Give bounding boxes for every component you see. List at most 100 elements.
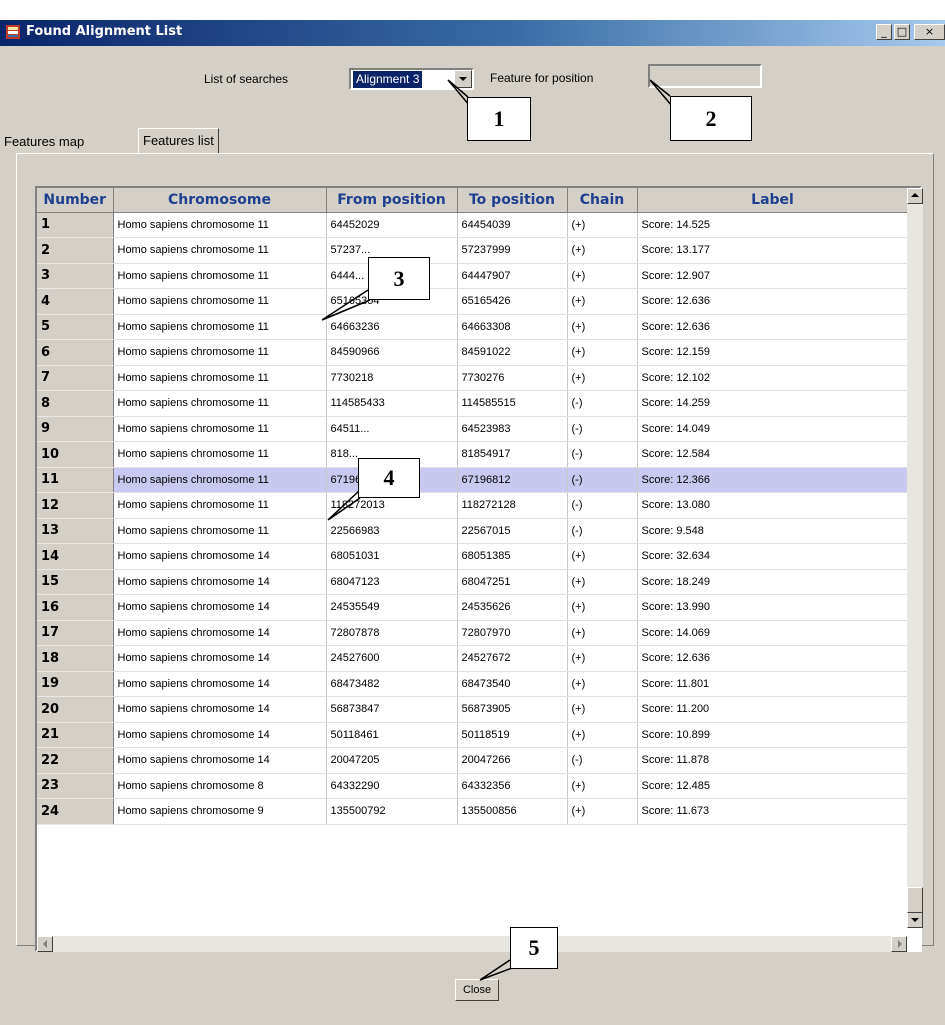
callout-4: 4 <box>358 458 420 498</box>
table-row[interactable]: 24 Homo sapiens chromosome 9 135500792 1355… <box>37 798 909 825</box>
table-row[interactable]: 6 Homo sapiens chromosome 11 84590966 84591… <box>37 339 909 366</box>
scroll-left-icon[interactable] <box>37 936 53 952</box>
chromosome-cell: Homo sapiens chromosome 14 <box>113 696 327 723</box>
table-header-row: Number Chromosome From position To posit… <box>37 188 909 213</box>
chromosome-cell: Homo sapiens chromosome 11 <box>113 467 327 493</box>
chain-cell: (+) <box>567 263 638 289</box>
chromosome-cell: Homo sapiens chromosome 14 <box>113 645 327 672</box>
table-row[interactable]: 13 Homo sapiens chromosome 11 22566983 2256… <box>37 518 909 544</box>
table-body: 1 Homo sapiens chromosome 11 64452029 64454… <box>37 212 909 825</box>
table-row[interactable]: 2 Homo sapiens chromosome 11 57237... 57237… <box>37 237 909 264</box>
to-position-cell: 68047251 <box>457 569 568 595</box>
row-number: 8 <box>37 390 114 417</box>
label-cell: Score: 12.366 <box>637 467 909 493</box>
horizontal-scrollbar[interactable] <box>37 936 907 952</box>
from-position-cell: 68473482 <box>326 671 458 697</box>
feature-position-field[interactable] <box>648 64 762 88</box>
table-row[interactable]: 12 Homo sapiens chromosome 11 118272013 118… <box>37 492 909 519</box>
label-cell: Score: 13.177 <box>637 237 909 264</box>
table-row[interactable]: 20 Homo sapiens chromosome 14 56873847 5687… <box>37 696 909 723</box>
callout-5: 5 <box>510 927 558 969</box>
chromosome-cell: Homo sapiens chromosome 11 <box>113 237 327 264</box>
searches-combobox[interactable]: Alignment 3 <box>349 68 474 90</box>
table-row[interactable]: 15 Homo sapiens chromosome 14 68047123 6804… <box>37 569 909 595</box>
tab-features-map[interactable]: Features map <box>0 130 88 154</box>
row-number: 7 <box>37 365 114 391</box>
table-row[interactable]: 4 Homo sapiens chromosome 11 65165354 65165… <box>37 288 909 315</box>
row-number: 14 <box>37 543 114 570</box>
window-title: Found Alignment List <box>26 24 183 39</box>
chain-cell: (+) <box>567 237 638 264</box>
to-position-cell: 50118519 <box>457 722 568 748</box>
from-position-cell: 64511... <box>326 416 458 442</box>
maximize-button[interactable]: □ <box>894 24 910 40</box>
column-header-from[interactable]: From position <box>326 188 458 213</box>
callout-1: 1 <box>467 97 531 141</box>
chain-cell: (+) <box>567 696 638 723</box>
close-window-button[interactable]: × <box>914 24 945 40</box>
to-position-cell: 22567015 <box>457 518 568 544</box>
row-number: 3 <box>37 263 114 289</box>
dropdown-arrow-icon[interactable] <box>454 70 472 88</box>
from-position-cell: 84590966 <box>326 339 458 366</box>
table-row[interactable]: 23 Homo sapiens chromosome 8 64332290 64332… <box>37 773 909 799</box>
column-header-chain[interactable]: Chain <box>567 188 638 213</box>
table-row[interactable]: 11 Homo sapiens chromosome 11 67196740 6719… <box>37 467 909 493</box>
label-cell: Score: 32.634 <box>637 543 909 570</box>
chain-cell: (-) <box>567 390 638 417</box>
column-header-label[interactable]: Label <box>637 188 909 213</box>
label-cell: Score: 14.049 <box>637 416 909 442</box>
row-number: 10 <box>37 441 114 468</box>
from-position-cell: 64452029 <box>326 212 458 238</box>
minimize-button[interactable]: _ <box>876 24 892 40</box>
table-row[interactable]: 10 Homo sapiens chromosome 11 818... 818549… <box>37 441 909 468</box>
from-position-cell: 68047123 <box>326 569 458 595</box>
column-header-to[interactable]: To position <box>457 188 568 213</box>
label-cell: Score: 12.636 <box>637 314 909 340</box>
chromosome-cell: Homo sapiens chromosome 11 <box>113 339 327 366</box>
chromosome-cell: Homo sapiens chromosome 14 <box>113 620 327 646</box>
table-row[interactable]: 1 Homo sapiens chromosome 11 64452029 64454… <box>37 212 909 238</box>
scroll-right-icon[interactable] <box>891 936 907 952</box>
to-position-cell: 67196812 <box>457 467 568 493</box>
label-cell: Score: 12.159 <box>637 339 909 366</box>
table-row[interactable]: 19 Homo sapiens chromosome 14 68473482 6847… <box>37 671 909 697</box>
from-position-cell: 24527600 <box>326 645 458 672</box>
title-bar[interactable]: Found Alignment List _ □ × <box>0 20 945 46</box>
searches-label: List of searches <box>204 72 289 86</box>
table-row[interactable]: 18 Homo sapiens chromosome 14 24527600 2452… <box>37 645 909 672</box>
chromosome-cell: Homo sapiens chromosome 14 <box>113 594 327 621</box>
column-header-number[interactable]: Number <box>37 188 114 213</box>
table-row[interactable]: 9 Homo sapiens chromosome 11 64511... 64523… <box>37 416 909 442</box>
chain-cell: (+) <box>567 212 638 238</box>
chromosome-cell: Homo sapiens chromosome 11 <box>113 416 327 442</box>
tab-features-list[interactable]: Features list <box>138 128 219 154</box>
column-header-chromosome[interactable]: Chromosome <box>113 188 327 213</box>
row-number: 11 <box>37 467 114 493</box>
to-position-cell: 68051385 <box>457 543 568 570</box>
table-row[interactable]: 17 Homo sapiens chromosome 14 72807878 7280… <box>37 620 909 646</box>
close-button[interactable]: Close <box>455 979 499 1001</box>
from-position-cell: 72807878 <box>326 620 458 646</box>
table-row[interactable]: 7 Homo sapiens chromosome 11 7730218 773027… <box>37 365 909 391</box>
chromosome-cell: Homo sapiens chromosome 14 <box>113 747 327 774</box>
to-position-cell: 64447907 <box>457 263 568 289</box>
chromosome-cell: Homo sapiens chromosome 11 <box>113 518 327 544</box>
table-row[interactable]: 8 Homo sapiens chromosome 11 114585433 1145… <box>37 390 909 417</box>
table-row[interactable]: 22 Homo sapiens chromosome 14 20047205 2004… <box>37 747 909 774</box>
chromosome-cell: Homo sapiens chromosome 8 <box>113 773 327 799</box>
scroll-down-icon[interactable] <box>907 912 923 928</box>
table-row[interactable]: 3 Homo sapiens chromosome 11 6444... 644479… <box>37 263 909 289</box>
to-position-cell: 64332356 <box>457 773 568 799</box>
scroll-up-icon[interactable] <box>907 188 923 204</box>
table-row[interactable]: 14 Homo sapiens chromosome 14 68051031 6805… <box>37 543 909 570</box>
to-position-cell: 84591022 <box>457 339 568 366</box>
chain-cell: (+) <box>567 314 638 340</box>
chain-cell: (-) <box>567 747 638 774</box>
label-cell: Score: 12.636 <box>637 288 909 315</box>
table-row[interactable]: 16 Homo sapiens chromosome 14 24535549 2453… <box>37 594 909 621</box>
table-row[interactable]: 5 Homo sapiens chromosome 11 64663236 64663… <box>37 314 909 340</box>
vertical-scroll-thumb[interactable] <box>907 887 923 913</box>
table-row[interactable]: 21 Homo sapiens chromosome 14 50118461 5011… <box>37 722 909 748</box>
vertical-scrollbar[interactable] <box>907 188 923 928</box>
